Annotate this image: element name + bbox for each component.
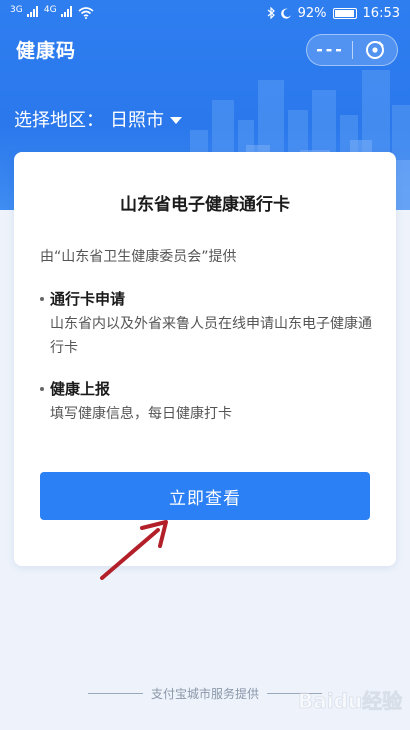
view-now-button[interactable]: 立即查看 bbox=[40, 472, 370, 520]
region-selector[interactable]: 选择地区： 日照市 bbox=[14, 106, 182, 132]
status-left: 3G 4G bbox=[10, 5, 94, 21]
section-heading-text: 健康上报 bbox=[50, 380, 111, 398]
region-label: 选择地区： bbox=[14, 110, 104, 131]
region-city-dropdown[interactable]: 日照市 bbox=[110, 106, 182, 132]
bullet-icon bbox=[40, 296, 44, 301]
footer-text: 支付宝城市服务提供 bbox=[150, 687, 259, 701]
page-title: 健康码 bbox=[16, 40, 77, 62]
footer-divider-left bbox=[87, 693, 143, 694]
signal-bars-icon bbox=[26, 6, 38, 18]
annotation-arrow-icon bbox=[100, 520, 168, 580]
baidu-watermark-logo: Baidu经验 bbox=[298, 689, 403, 714]
region-city: 日照市 bbox=[110, 110, 164, 131]
health-pass-card: 山东省电子健康通行卡 由“山东省卫生健康委员会”提供 通行卡申请 山东省内以及外… bbox=[14, 152, 396, 566]
bluetooth-icon bbox=[267, 7, 275, 19]
cellular-signal-1: 3G bbox=[10, 5, 38, 21]
close-icon bbox=[365, 41, 384, 59]
battery-icon bbox=[332, 7, 357, 19]
battery-percent: 92% bbox=[297, 5, 327, 21]
watermark-text: Baidu经验 bbox=[298, 689, 402, 713]
wifi-icon bbox=[78, 7, 94, 19]
section-body-report: 填写健康信息，每日健康打卡 bbox=[50, 406, 232, 422]
section-heading-text: 通行卡申请 bbox=[50, 290, 126, 308]
section-heading-apply: 通行卡申请 bbox=[40, 288, 125, 309]
mini-program-capsule bbox=[306, 34, 398, 66]
bullet-icon bbox=[40, 386, 44, 391]
clock: 16:53 bbox=[362, 5, 400, 21]
cellular-signal-2: 4G bbox=[44, 5, 72, 21]
moon-icon bbox=[280, 8, 291, 19]
signal-bars-icon bbox=[60, 6, 72, 18]
section-heading-report: 健康上报 bbox=[40, 378, 110, 399]
status-right: 92% 16:53 bbox=[267, 6, 400, 21]
provider-text: 由“山东省卫生健康委员会”提供 bbox=[40, 249, 237, 265]
close-button[interactable] bbox=[353, 35, 398, 65]
caret-down-icon bbox=[170, 116, 182, 124]
card-title: 山东省电子健康通行卡 bbox=[120, 195, 290, 215]
section-body-apply: 山东省内以及外省来鲁人员在线申请山东电子健康通行卡 bbox=[50, 316, 372, 356]
more-button[interactable] bbox=[307, 35, 352, 65]
more-icon bbox=[317, 49, 342, 52]
status-bar: 3G 4G 92% 16:53 bbox=[0, 0, 410, 26]
